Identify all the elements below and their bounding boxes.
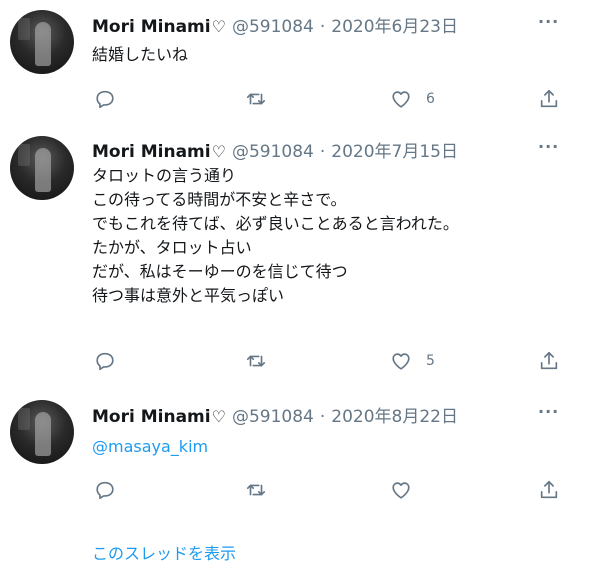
heart-icon xyxy=(390,479,412,501)
author-handle[interactable]: @591084 xyxy=(232,142,314,162)
author-name[interactable]: Mori Minami xyxy=(92,142,211,162)
like-button[interactable] xyxy=(390,479,426,501)
share-icon xyxy=(538,479,560,501)
heart-icon xyxy=(390,350,412,372)
share-button[interactable] xyxy=(538,479,560,501)
tweet-actions: 6 xyxy=(0,88,600,112)
like-count: 6 xyxy=(426,91,435,107)
tweet-date[interactable]: 2020年7月15日 xyxy=(331,137,458,162)
tweet-actions: 5 xyxy=(0,350,600,374)
tweet-text-line: 待つ事は意外と平気っぽい xyxy=(92,286,285,305)
tweet-text-line: だが、私はそーゆーのを信じて待つ xyxy=(92,262,348,281)
share-button[interactable] xyxy=(538,88,560,110)
name-heart-symbol: ♡ xyxy=(211,17,226,36)
show-thread-link[interactable]: このスレッドを表示 xyxy=(92,540,236,564)
like-count: 5 xyxy=(426,353,435,369)
avatar[interactable] xyxy=(10,10,74,74)
avatar[interactable] xyxy=(10,400,74,464)
like-button[interactable]: 5 xyxy=(390,350,435,372)
separator-dot: · xyxy=(319,17,326,37)
retweet-button[interactable] xyxy=(245,350,267,372)
more-icon[interactable]: ··· xyxy=(538,402,559,421)
author-handle[interactable]: @591084 xyxy=(232,407,314,427)
tweet-text-line: でもこれを待てば、必ず良いことあると言われた。 xyxy=(92,214,459,233)
name-heart-symbol: ♡ xyxy=(211,142,226,161)
separator-dot: · xyxy=(319,407,326,427)
avatar[interactable] xyxy=(10,136,74,200)
retweet-button[interactable] xyxy=(245,88,267,110)
retweet-icon xyxy=(245,350,267,372)
tweet-text: @masaya_kim xyxy=(92,435,208,459)
more-icon[interactable]: ··· xyxy=(538,137,559,156)
author-name[interactable]: Mori Minami xyxy=(92,17,211,37)
author-name[interactable]: Mori Minami xyxy=(92,407,211,427)
reply-button[interactable] xyxy=(94,350,116,372)
tweet-date[interactable]: 2020年8月22日 xyxy=(331,402,458,427)
author-handle[interactable]: @591084 xyxy=(232,17,314,37)
mention-link[interactable]: @masaya_kim xyxy=(92,435,208,459)
heart-icon xyxy=(390,88,412,110)
tweet-text-line: この待ってる時間が不安と辛さで。 xyxy=(92,190,347,209)
tweet-date[interactable]: 2020年6月23日 xyxy=(331,12,458,37)
reply-icon xyxy=(94,88,116,110)
share-icon xyxy=(538,350,560,372)
retweet-icon xyxy=(245,88,267,110)
tweet-text: タロットの言う通り この待ってる時間が不安と辛さで。 でもこれを待てば、必ず良い… xyxy=(92,164,459,308)
reply-button[interactable] xyxy=(94,479,116,501)
tweet-actions xyxy=(0,479,600,503)
share-icon xyxy=(538,88,560,110)
reply-icon xyxy=(94,479,116,501)
tweet-text-line: 結婚したいね xyxy=(92,45,189,64)
retweet-button[interactable] xyxy=(245,479,267,501)
retweet-icon xyxy=(245,479,267,501)
tweet-text: 結婚したいね xyxy=(92,43,188,67)
more-icon[interactable]: ··· xyxy=(538,12,559,31)
tweet-header: Mori Minami ♡ @591084 · 2020年6月23日 xyxy=(92,12,458,37)
share-button[interactable] xyxy=(538,350,560,372)
tweet-text-line: タロットの言う通り xyxy=(92,166,237,185)
name-heart-symbol: ♡ xyxy=(211,407,226,426)
separator-dot: · xyxy=(319,142,326,162)
tweet-header: Mori Minami ♡ @591084 · 2020年8月22日 xyxy=(92,402,458,427)
tweet-header: Mori Minami ♡ @591084 · 2020年7月15日 xyxy=(92,137,458,162)
reply-icon xyxy=(94,350,116,372)
tweet-text-line: たかが、タロット占い xyxy=(92,238,252,257)
like-button[interactable]: 6 xyxy=(390,88,435,110)
reply-button[interactable] xyxy=(94,88,116,110)
